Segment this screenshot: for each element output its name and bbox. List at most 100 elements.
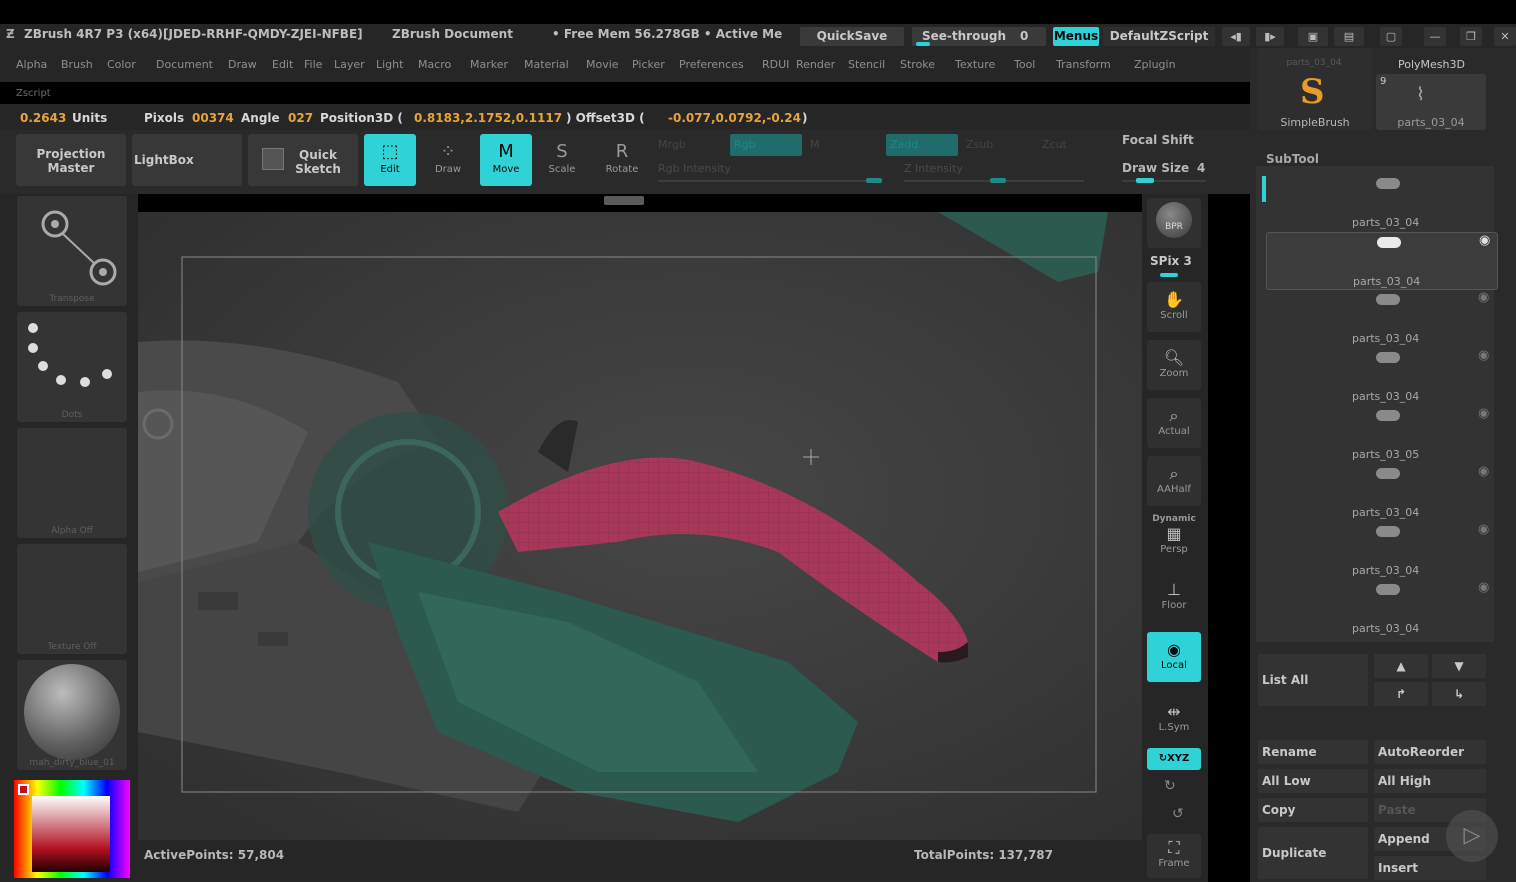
draw-size-track[interactable] [1122,180,1206,182]
xyz-button[interactable]: ↻XYZ [1147,748,1201,770]
menu-material[interactable]: Material [524,58,569,71]
zadd-button[interactable]: Zadd [886,134,958,156]
menu-edit[interactable]: Edit [272,58,293,71]
rotate-y-icon[interactable]: ↻ [1164,778,1176,794]
copy-button[interactable]: Copy [1258,798,1368,822]
visibility-toggle[interactable] [1376,294,1400,305]
minimize-icon[interactable]: — [1424,27,1446,46]
frame-button[interactable]: ⛶ Frame [1147,834,1201,878]
m-button[interactable]: M [810,138,820,151]
auto-reorder-button[interactable]: AutoReorder [1374,740,1486,764]
quicksave-button[interactable]: QuickSave [800,27,904,46]
zoom-button[interactable]: 🔍︎ Zoom [1147,340,1201,390]
subtool-item[interactable]: ◉ parts_03_04 [1266,464,1498,522]
menu-transform[interactable]: Transform [1056,58,1111,71]
dots-thumb[interactable]: Dots [17,312,127,422]
lightbox-button[interactable]: LightBox [132,134,242,186]
eye-icon[interactable]: ◉ [1478,406,1489,421]
rgb-intensity-handle[interactable] [866,178,882,183]
rename-button[interactable]: Rename [1258,740,1368,764]
subtool-item[interactable]: ◉ parts_03_04 [1266,522,1498,580]
menu-stroke[interactable]: Stroke [900,58,935,71]
menu-marker[interactable]: Marker [470,58,508,71]
play-overlay-icon[interactable]: ▷ [1446,810,1498,862]
menu-layer[interactable]: Layer [334,58,365,71]
draw-button[interactable]: ⁘ Draw [422,134,474,186]
subtool-item[interactable]: ◉ parts_03_04 [1266,580,1498,638]
zsub-button[interactable]: Zsub [966,138,993,151]
color-picker[interactable] [14,780,130,878]
restore-icon[interactable]: ❐ [1460,27,1482,46]
spix-slider[interactable]: SPix 3 [1150,254,1192,268]
z-intensity-handle[interactable] [990,178,1006,183]
duplicate-button[interactable]: Duplicate [1258,827,1368,879]
menu-texture[interactable]: Texture [955,58,995,71]
arrow-right-icon[interactable]: ▮▸ [1256,27,1284,46]
visibility-toggle[interactable] [1376,352,1400,363]
all-low-button[interactable]: All Low [1258,769,1368,793]
eye-icon[interactable]: ◉ [1478,522,1489,537]
move-down-branch-icon[interactable]: ↳ [1432,682,1486,706]
menu-render[interactable]: Render [796,58,835,71]
all-high-button[interactable]: All High [1374,769,1486,793]
default-zscript-button[interactable]: DefaultZScript [1103,27,1215,46]
eye-icon[interactable]: ◉ [1478,348,1489,363]
visibility-toggle[interactable] [1376,526,1400,537]
menu-macro[interactable]: Macro [418,58,451,71]
spix-handle[interactable] [1160,273,1178,277]
simplebrush-tool[interactable]: parts_03_04 S SimpleBrush [1258,48,1372,130]
projection-master-button[interactable]: Projection Master [16,134,126,186]
visibility-toggle[interactable] [1376,410,1400,421]
rgb-intensity-track[interactable] [658,180,880,182]
subtool-item[interactable]: parts_03_04 [1266,174,1498,232]
move-down-arrow-icon[interactable]: ▼ [1432,654,1486,678]
subtool-item-selected[interactable]: ◉ parts_03_04 [1266,232,1498,290]
subtool-item[interactable]: ◉ parts_03_04 [1266,348,1498,406]
menu-file[interactable]: File [304,58,322,71]
move-up-arrow-icon[interactable]: ▲ [1374,654,1428,678]
edit-button[interactable]: ⬚ Edit [364,134,416,186]
alpha-thumb[interactable]: Alpha Off [17,428,127,538]
move-button[interactable]: M Move [480,134,532,186]
lsym-button[interactable]: ⇹ L.Sym [1147,694,1201,744]
menu-tool[interactable]: Tool [1014,58,1035,71]
scale-button[interactable]: S Scale [536,134,588,186]
texture-thumb[interactable]: Texture Off [17,544,127,654]
close-icon[interactable]: ✕ [1494,27,1516,46]
menu-rdui[interactable]: RDUI [762,58,789,71]
menu-brush[interactable]: Brush [61,58,93,71]
layout-alt-icon[interactable]: ▤ [1334,27,1364,46]
arrow-left-icon[interactable]: ◂▮ [1222,27,1250,46]
visibility-toggle[interactable] [1376,178,1400,189]
rotate-button[interactable]: R Rotate [596,134,648,186]
draw-size-handle[interactable] [1136,178,1154,183]
eye-icon[interactable]: ◉ [1478,580,1489,595]
draw-size-label[interactable]: Draw Size [1122,161,1189,175]
bpr-button[interactable]: BPR [1147,198,1201,248]
list-all-button[interactable]: List All [1258,654,1368,706]
menu-color[interactable]: Color [107,58,136,71]
menu-alpha[interactable]: Alpha [16,58,47,71]
canvas-viewport[interactable] [138,212,1142,840]
material-thumb[interactable]: mah_dirty_blue_01 [17,660,127,770]
lock-icon[interactable]: ▢ [1380,27,1402,46]
eye-icon[interactable]: ◉ [1478,464,1489,479]
color-swatch-area[interactable] [32,796,110,872]
scroll-button[interactable]: ✋ Scroll [1147,282,1201,332]
move-up-branch-icon[interactable]: ↱ [1374,682,1428,706]
menu-light[interactable]: Light [376,58,403,71]
eye-icon[interactable]: ◉ [1478,290,1489,305]
focal-shift-label[interactable]: Focal Shift [1122,133,1194,147]
menu-movie[interactable]: Movie [586,58,619,71]
eye-icon[interactable]: ◉ [1479,233,1490,248]
rotate-z-icon[interactable]: ↺ [1172,806,1184,822]
menu-draw[interactable]: Draw [228,58,257,71]
floor-button[interactable]: ⊥ Floor [1147,572,1201,622]
subtool-item[interactable]: ◉ parts_03_04 [1266,290,1498,348]
visibility-toggle[interactable] [1377,237,1401,248]
local-button[interactable]: ◉ Local [1147,632,1201,682]
visibility-toggle[interactable] [1376,584,1400,595]
current-tool-thumb[interactable]: 9 ⌇ parts_03_04 [1376,74,1486,130]
subtool-title[interactable]: SubTool [1266,152,1319,166]
visibility-toggle[interactable] [1376,468,1400,479]
